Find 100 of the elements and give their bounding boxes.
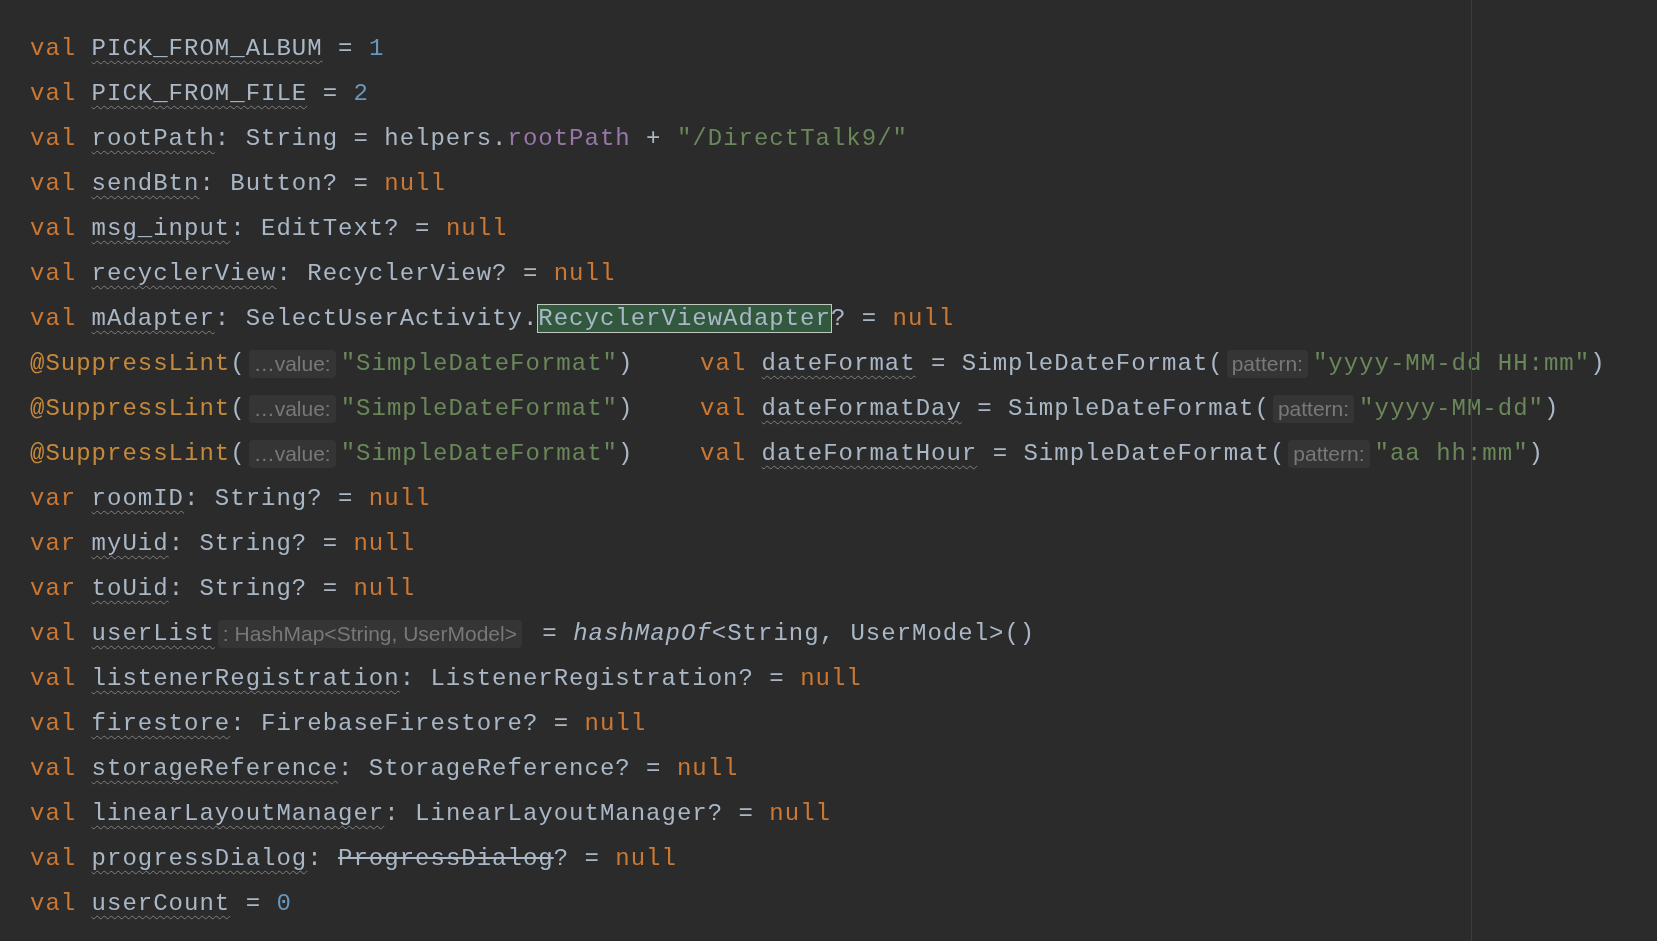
- keyword: val: [30, 665, 78, 692]
- property-name: rootPath: [507, 125, 631, 152]
- highlighted-match: RecyclerViewAdapter: [538, 305, 831, 332]
- variable-name: msg_input: [91, 215, 231, 242]
- deprecated-type: ProgressDialog: [338, 845, 554, 872]
- inlay-hint: : HashMap<String, UserModel>: [217, 619, 522, 648]
- code-text: : FirebaseFirestore? =: [230, 710, 571, 737]
- code-text: :: [307, 845, 324, 872]
- variable-name: mAdapter: [91, 305, 215, 332]
- variable-name: PICK_FROM_ALBUM: [91, 35, 323, 62]
- code-text: : RecyclerView? =: [276, 260, 540, 287]
- keyword: val: [30, 80, 78, 107]
- keyword: val: [30, 260, 78, 287]
- keyword: null: [368, 485, 431, 512]
- code-text: ): [617, 395, 634, 422]
- code-text: : EditText? =: [230, 215, 432, 242]
- keyword: val: [30, 755, 78, 782]
- string-literal: "yyyy-MM-dd": [1359, 395, 1544, 422]
- inlay-hint: pattern:: [1272, 394, 1355, 423]
- keyword: var: [30, 575, 78, 602]
- code-text: : String = helpers.: [214, 125, 508, 152]
- inlay-hint: …value:: [248, 394, 336, 423]
- keyword: val: [30, 170, 78, 197]
- keyword: val: [30, 125, 78, 152]
- variable-name: progressDialog: [91, 845, 308, 872]
- keyword: val: [700, 350, 748, 377]
- code-text: : StorageReference? =: [338, 755, 663, 782]
- code-text: ): [1543, 395, 1560, 422]
- keyword: val: [30, 35, 78, 62]
- variable-name: userList: [91, 620, 215, 647]
- variable-name: myUid: [91, 530, 169, 557]
- keyword: null: [615, 845, 677, 872]
- keyword: null: [769, 800, 831, 827]
- keyword: var: [30, 485, 78, 512]
- code-text: ): [1528, 440, 1544, 467]
- variable-name: dateFormatDay: [761, 395, 962, 422]
- string-literal: "yyyy-MM-dd HH:mm": [1312, 350, 1591, 377]
- variable-name: PICK_FROM_FILE: [91, 80, 308, 107]
- string-literal: "SimpleDateFormat": [340, 440, 618, 467]
- variable-name: firestore: [91, 710, 231, 737]
- function-name: hashMapOf: [573, 620, 712, 647]
- annotation: @SuppressLint: [30, 350, 231, 377]
- variable-name: dateFormat: [761, 350, 916, 377]
- code-text: = SimpleDateFormat(: [976, 395, 1270, 422]
- code-text: <String, UserModel>(): [711, 620, 1036, 647]
- keyword: null: [676, 755, 739, 782]
- keyword: null: [553, 260, 616, 287]
- code-text: : ListenerRegistration? =: [399, 665, 786, 692]
- number-literal: 0: [276, 890, 292, 917]
- inlay-hint: pattern:: [1288, 439, 1370, 468]
- variable-name: rootPath: [91, 125, 215, 152]
- keyword: val: [30, 305, 78, 332]
- number-literal: 1: [368, 35, 385, 62]
- keyword: null: [584, 710, 647, 737]
- inlay-hint: pattern:: [1226, 349, 1308, 378]
- string-literal: "aa hh:mm": [1374, 440, 1529, 467]
- code-text: ): [617, 350, 634, 377]
- code-text: : Button? =: [199, 170, 370, 197]
- keyword: null: [445, 215, 508, 242]
- keyword: val: [700, 440, 748, 467]
- code-text: (: [230, 395, 246, 422]
- code-text: (: [230, 440, 246, 467]
- code-text: =: [337, 35, 355, 62]
- code-text: ): [1590, 350, 1606, 377]
- inlay-hint: …value:: [248, 439, 336, 468]
- string-literal: "/DirectTalk9/": [676, 125, 908, 152]
- annotation: @SuppressLint: [30, 440, 231, 467]
- keyword: val: [30, 710, 78, 737]
- keyword: val: [30, 215, 78, 242]
- code-text: ): [617, 440, 634, 467]
- keyword: null: [800, 665, 862, 692]
- variable-name: recyclerView: [91, 260, 277, 287]
- code-text: : String? =: [168, 530, 340, 557]
- code-text: = SimpleDateFormat(: [991, 440, 1286, 467]
- code-text: ? =: [553, 845, 601, 872]
- annotation: @SuppressLint: [30, 395, 231, 422]
- variable-name: storageReference: [91, 755, 339, 782]
- variable-name: listenerRegistration: [91, 665, 400, 692]
- keyword: val: [30, 620, 78, 647]
- code-text: (: [230, 350, 246, 377]
- keyword: null: [353, 530, 416, 557]
- code-text: = SimpleDateFormat(: [930, 350, 1224, 377]
- variable-name: userCount: [91, 890, 231, 917]
- inlay-hint: …value:: [248, 349, 336, 378]
- string-literal: "SimpleDateFormat": [340, 395, 618, 422]
- code-text: =: [244, 890, 263, 917]
- keyword: val: [30, 800, 78, 827]
- variable-name: sendBtn: [91, 170, 200, 197]
- code-text: : String? =: [168, 575, 340, 602]
- number-literal: 2: [353, 80, 369, 107]
- variable-name: roomID: [91, 485, 185, 512]
- keyword: val: [30, 890, 78, 917]
- code-text: : String? =: [184, 485, 355, 512]
- code-text: +: [645, 125, 663, 152]
- variable-name: toUid: [91, 575, 169, 602]
- keyword: null: [353, 575, 416, 602]
- code-text: : SelectUserActivity.: [214, 305, 539, 332]
- keyword: null: [892, 305, 955, 332]
- keyword: null: [384, 170, 446, 197]
- variable-name: linearLayoutManager: [91, 800, 385, 827]
